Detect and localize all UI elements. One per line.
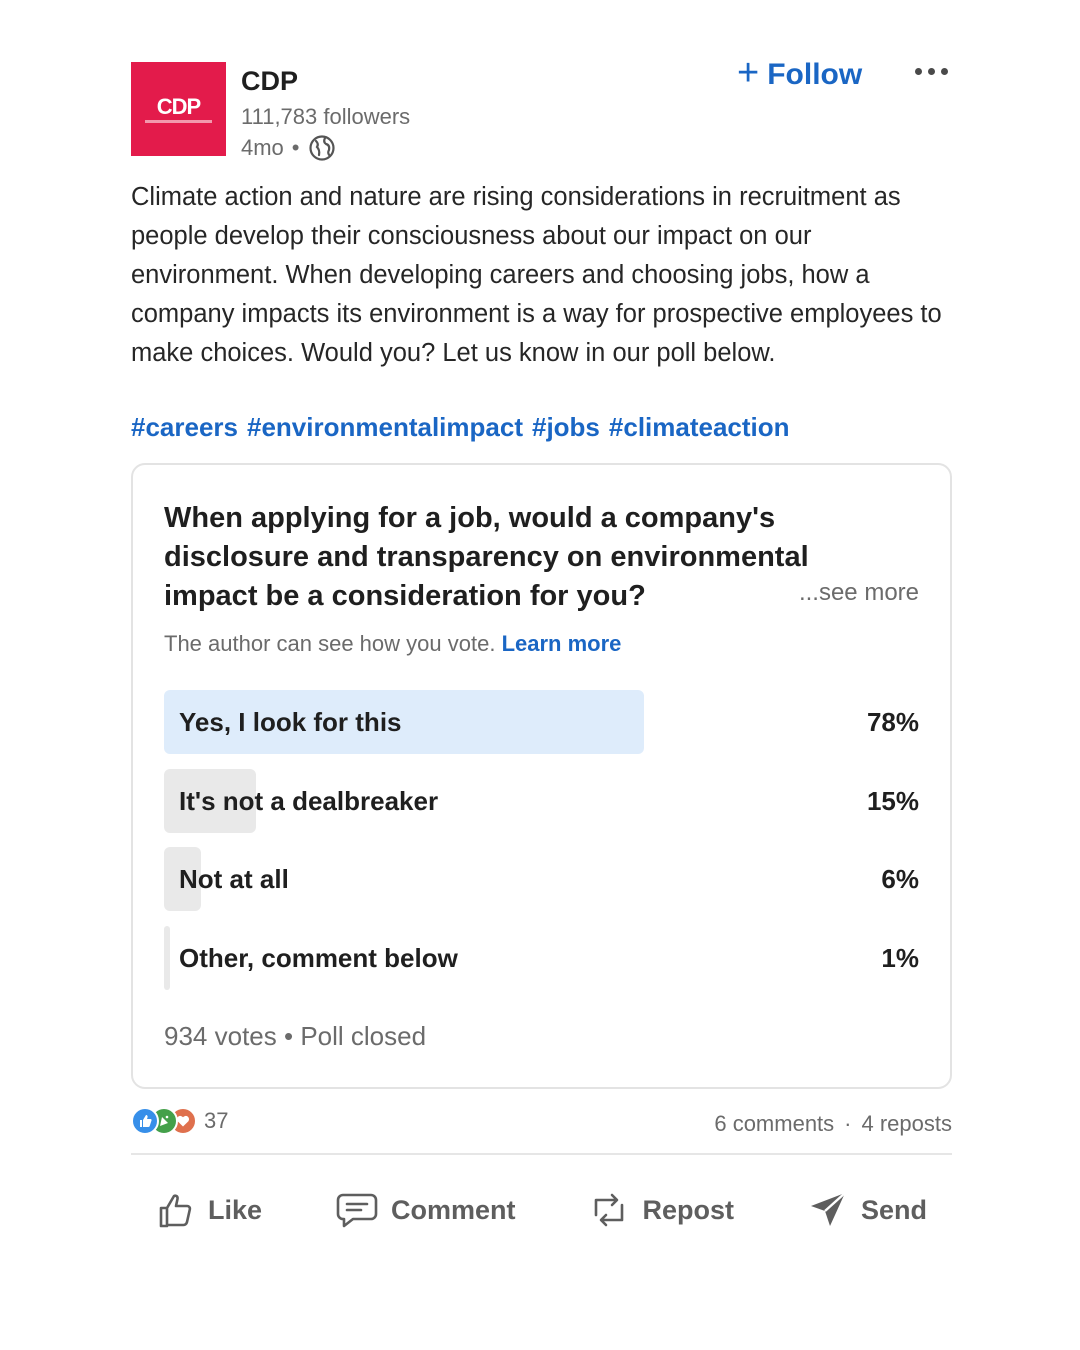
reaction-count: 37	[204, 1108, 229, 1133]
poll-question: When applying for a job, would a company…	[164, 502, 809, 612]
poll-option-label: Not at all	[179, 864, 289, 894]
poll-options: Yes, I look for this 78% It's not a deal…	[164, 690, 919, 990]
send-label: Send	[860, 1194, 927, 1225]
repost-button[interactable]: Repost	[588, 1189, 734, 1231]
follow-label: Follow	[767, 58, 863, 91]
poll-option-label: Yes, I look for this	[179, 707, 402, 737]
poll-option-percent: 1%	[881, 942, 919, 973]
hashtags: #careers #environmentalimpact #jobs #cli…	[131, 412, 952, 443]
poll-option[interactable]: Other, comment below 1%	[164, 925, 919, 990]
hashtag-link[interactable]: #jobs	[532, 412, 600, 443]
logo-text: CDP	[156, 94, 201, 119]
poll-notice-text: The author can see how you vote.	[164, 631, 496, 656]
follower-count: 111,783 followers	[241, 104, 411, 129]
poll-footer: 934 votes • Poll closed	[164, 1021, 426, 1052]
globe-icon	[308, 134, 336, 162]
hashtag-link[interactable]: #environmentalimpact	[247, 412, 523, 443]
footer-separator: •	[283, 1021, 294, 1051]
poll-option[interactable]: Yes, I look for this 78%	[164, 690, 919, 754]
social-counts: 37 6 comments · 4 reposts	[131, 1089, 952, 1153]
follow-button[interactable]: + Follow	[737, 52, 863, 94]
like-label: Like	[208, 1194, 263, 1225]
reposts-count[interactable]: 4 reposts	[862, 1111, 953, 1137]
like-reaction-icon	[131, 1107, 159, 1135]
post-meta: 4mo •	[241, 134, 336, 162]
poll-option-percent: 6%	[881, 864, 919, 894]
meta-separator: •	[291, 135, 300, 160]
poll-option-percent: 15%	[866, 785, 919, 816]
see-more-link[interactable]: ...see more	[799, 579, 919, 607]
hashtag-link[interactable]: #climateaction	[609, 412, 790, 443]
repost-icon	[588, 1189, 630, 1231]
comments-count[interactable]: 6 comments	[714, 1111, 834, 1137]
post-age: 4mo	[241, 135, 284, 160]
poll-card: When applying for a job, would a company…	[131, 463, 952, 1089]
poll-option-label: Other, comment below	[179, 942, 458, 973]
thumbs-up-icon	[156, 1190, 196, 1230]
like-button[interactable]: Like	[156, 1190, 262, 1230]
engagement-counts: 6 comments · 4 reposts	[714, 1111, 952, 1137]
post-header: CDP CDP 111,783 followers 4mo • + Follow	[131, 52, 952, 166]
logo-tagline-bar	[145, 120, 212, 123]
company-logo[interactable]: CDP	[131, 62, 226, 156]
poll-status: Poll closed	[300, 1021, 427, 1051]
poll-option[interactable]: Not at all 6%	[164, 847, 919, 911]
send-button[interactable]: Send	[807, 1189, 927, 1231]
repost-label: Repost	[642, 1194, 734, 1225]
comment-label: Comment	[391, 1194, 516, 1225]
poll-option-label: It's not a dealbreaker	[179, 785, 439, 816]
poll-notice: The author can see how you vote. Learn m…	[164, 631, 919, 657]
counts-separator: ·	[844, 1111, 852, 1136]
poll-option-percent: 78%	[866, 707, 919, 737]
send-icon	[807, 1189, 849, 1231]
learn-more-link[interactable]: Learn more	[502, 631, 622, 656]
hashtag-link[interactable]: #careers	[131, 412, 238, 443]
comment-button[interactable]: Comment	[335, 1190, 516, 1230]
more-options-icon[interactable]	[915, 68, 948, 75]
feed-post: CDP CDP 111,783 followers 4mo • + Follow…	[131, 52, 952, 1265]
poll-option-bar	[164, 925, 170, 990]
vote-count[interactable]: 934 votes	[164, 1021, 277, 1051]
poll-option[interactable]: It's not a dealbreaker 15%	[164, 768, 919, 833]
company-name[interactable]: CDP	[241, 66, 298, 97]
post-body: Climate action and nature are rising con…	[131, 183, 942, 367]
comment-icon	[335, 1190, 379, 1230]
plus-icon: +	[737, 52, 760, 94]
reactions-summary[interactable]: 37	[131, 1107, 228, 1135]
action-bar: Like Comment Repost Send	[131, 1155, 952, 1265]
